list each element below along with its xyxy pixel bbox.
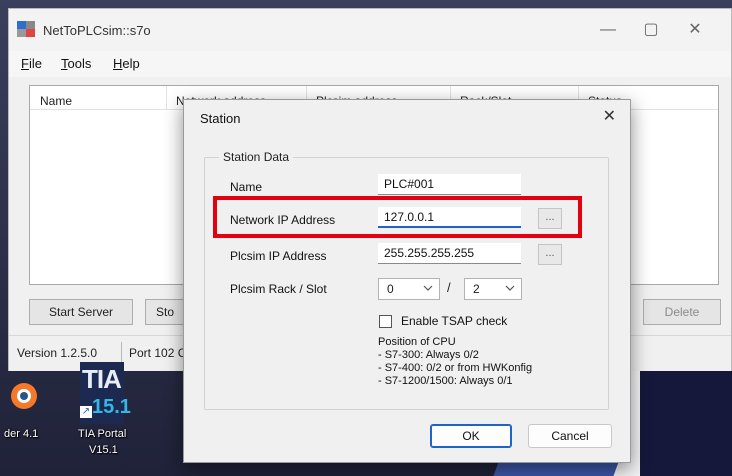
dialog-close-button[interactable]: ✕ <box>603 106 616 126</box>
menu-help-label: elp <box>122 56 140 71</box>
desktop-icon-label-tia-line1[interactable]: TIA Portal <box>78 428 126 440</box>
cancel-button[interactable]: Cancel <box>528 424 612 448</box>
delete-button[interactable]: Delete <box>643 299 721 325</box>
plcsim-ip-label: Plcsim IP Address <box>230 249 327 263</box>
column-separator <box>166 86 167 110</box>
dialog-title: Station <box>200 111 241 126</box>
status-port: Port 102 C <box>129 346 187 360</box>
menu-file-label: ile <box>28 56 42 71</box>
desktop-icon-label-tia-line2[interactable]: V15.1 <box>89 444 118 456</box>
chevron-down-icon <box>423 285 433 291</box>
cpu-info-line: - S7-400: 0/2 or from HWKonfig <box>378 362 533 374</box>
station-data-group: Station Data Name Network IP Address ...… <box>204 150 609 410</box>
menu-file[interactable]: File <box>21 56 42 71</box>
ok-button[interactable]: OK <box>430 424 512 448</box>
app-icon <box>17 21 35 37</box>
rack-slot-separator: / <box>447 280 451 295</box>
tsap-label[interactable]: Enable TSAP check <box>401 314 507 328</box>
name-label: Name <box>230 180 263 194</box>
status-version: Version 1.2.5.0 <box>17 346 98 360</box>
highlight-annotation <box>213 196 582 238</box>
station-dialog: Station ✕ Station Data Name Network IP A… <box>183 99 631 463</box>
desktop-wallpaper-shape <box>640 370 732 476</box>
plcsim-ip-browse-button[interactable]: ... <box>538 244 562 265</box>
rack-select-value: 0 <box>387 282 394 296</box>
menu-tools[interactable]: Tools <box>61 56 91 71</box>
maximize-button[interactable]: ▢ <box>637 19 665 41</box>
plcsim-ip-input[interactable] <box>378 243 521 264</box>
menu-bar: File Tools Help <box>9 51 731 77</box>
start-server-button[interactable]: Start Server <box>29 299 133 325</box>
menu-help[interactable]: Help <box>113 56 140 71</box>
cpu-info-line: - S7-1200/1500: Always 0/1 <box>378 375 513 387</box>
slot-select[interactable]: 2 <box>464 278 522 300</box>
group-title: Station Data <box>219 150 294 164</box>
name-input[interactable] <box>378 174 521 195</box>
window-title: NetToPLCsim::s7o <box>43 23 151 38</box>
rack-select[interactable]: 0 <box>378 278 440 300</box>
main-titlebar: NetToPLCsim::s7o — ▢ ✕ <box>9 9 731 51</box>
minimize-button[interactable]: — <box>594 19 622 41</box>
blender-icon[interactable] <box>8 378 44 412</box>
menu-file-hotkey: F <box>21 56 29 71</box>
close-button[interactable]: ✕ <box>681 19 709 41</box>
slot-select-value: 2 <box>473 282 480 296</box>
desktop-icon-label-blender[interactable]: der 4.1 <box>4 428 38 440</box>
cpu-info-line: - S7-300: Always 0/2 <box>378 349 479 361</box>
menu-help-hotkey: H <box>113 56 123 71</box>
tia-portal-icon[interactable]: TIA 15.1 ↗ <box>80 362 131 424</box>
tia-icon-text: TIA <box>82 364 122 394</box>
cpu-info-heading: Position of CPU <box>378 336 456 348</box>
chevron-down-icon <box>505 285 515 291</box>
tsap-checkbox[interactable] <box>379 315 392 328</box>
rack-slot-label: Plcsim Rack / Slot <box>230 282 327 296</box>
shortcut-arrow-icon: ↗ <box>80 406 92 418</box>
column-header-name[interactable]: Name <box>40 94 72 108</box>
tia-icon-version: 15.1 <box>92 396 131 418</box>
menu-tools-label: ools <box>67 56 92 71</box>
